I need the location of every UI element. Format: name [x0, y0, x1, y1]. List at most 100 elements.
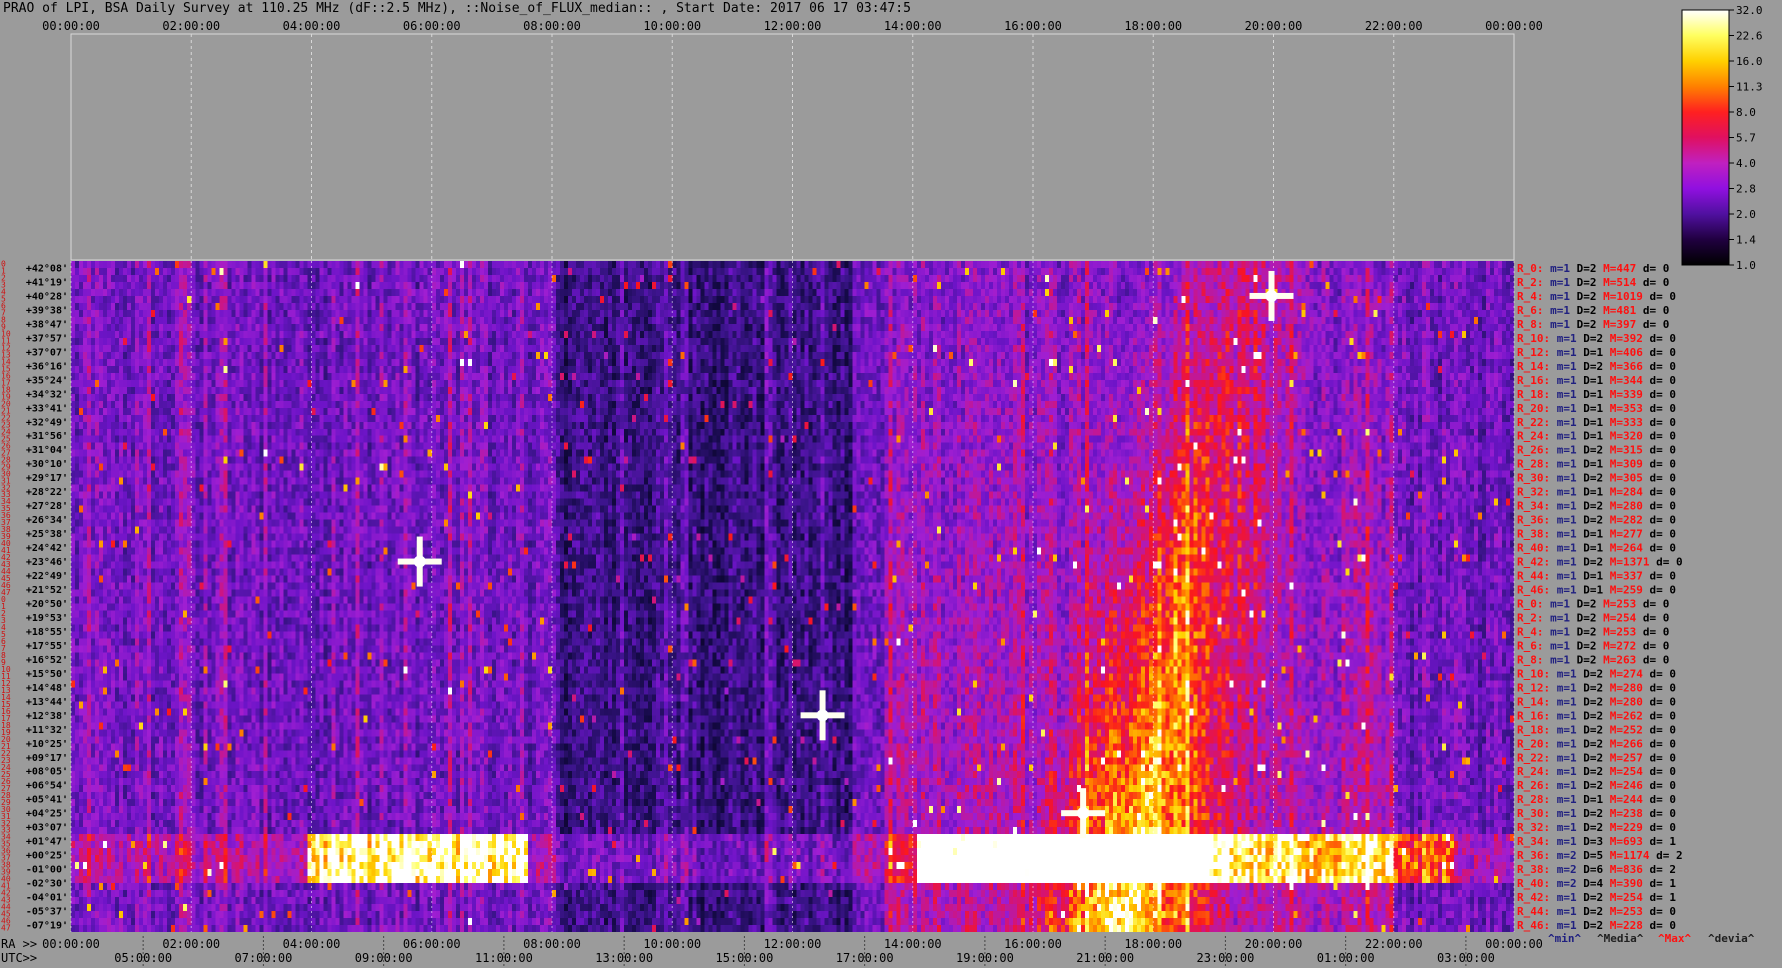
ra-tick-label: 00:00:00: [42, 937, 100, 951]
ra-tick-label: 20:00:00: [1245, 937, 1303, 951]
beam-stat-row: R_12: m=1 D=2 M=280 d= 0: [1517, 681, 1676, 694]
beam-stat-row: R_28: m=1 D=1 M=244 d= 0: [1517, 793, 1676, 806]
ra-tick-label: 14:00:00: [884, 937, 942, 951]
dec-label: +32°49': [26, 417, 68, 428]
beam-stat-row: R_42: m=1 D=2 M=1371 d= 0: [1517, 556, 1683, 569]
ra-prefix: RA >>: [1, 937, 37, 951]
dec-label: +30°10': [26, 459, 68, 470]
dec-label: -04°01': [26, 893, 68, 904]
beam-stat-row: R_12: m=1 D=1 M=406 d= 0: [1517, 346, 1676, 359]
dec-label: +26°34': [26, 515, 68, 526]
top-tick-label: 06:00:00: [403, 19, 461, 33]
dec-label: +17°55': [26, 641, 68, 652]
ra-tick-label: 22:00:00: [1365, 937, 1423, 951]
beam-stat-row: R_46: m=1 D=1 M=259 d= 0: [1517, 584, 1676, 597]
beam-stat-row: R_14: m=1 D=2 M=366 d= 0: [1517, 360, 1676, 373]
colorbar-tick-label: 11.3: [1736, 81, 1763, 94]
dec-label: +34°32': [26, 389, 68, 400]
beam-stat-row: R_44: m=1 D=2 M=253 d= 0: [1517, 905, 1676, 918]
dec-label: -07°19': [26, 921, 68, 932]
dec-label: +18°55': [26, 627, 68, 638]
beam-stat-row: R_8: m=1 D=2 M=263 d= 0: [1517, 653, 1669, 666]
colorbar: 32.0 22.6 16.0 11.3 8.0 5.7 4.0 2.8 2.0 1.4 1.0: [1681, 4, 1763, 272]
beam-stat-row: R_4: m=1 D=2 M=1019 d= 0: [1517, 290, 1676, 303]
top-tick-label: 02:00:00: [162, 19, 220, 33]
beam-stat-row: R_30: m=1 D=2 M=238 d= 0: [1517, 807, 1676, 820]
dec-label: +22°49': [26, 571, 68, 582]
beam-stat-row: R_34: m=1 D=2 M=280 d= 0: [1517, 500, 1676, 513]
beam-stat-row: R_22: m=1 D=2 M=257 d= 0: [1517, 751, 1676, 764]
beam-stat-row: R_2: m=1 D=2 M=514 d= 0: [1517, 276, 1669, 289]
beam-stat-row: R_10: m=1 D=2 M=274 d= 0: [1517, 667, 1676, 680]
footer-legend-item: ^Media^: [1597, 932, 1644, 945]
top-tick-label: 00:00:00: [1485, 19, 1543, 33]
beam-stat-row: R_46: m=1 D=2 M=228 d= 0: [1517, 919, 1676, 932]
colorbar-tick-label: 32.0: [1736, 4, 1763, 17]
dec-label: +14°48': [26, 683, 68, 694]
top-tick-label: 16:00:00: [1004, 19, 1062, 33]
colorbar-tick-label: 2.0: [1736, 208, 1756, 221]
top-tick-label: 14:00:00: [884, 19, 942, 33]
colorbar-tick-label: 16.0: [1736, 55, 1763, 68]
bottom-axis: RA >>UTC>> 00:00:00 02:00:00 04:00:00 06:00:…: [1, 932, 1755, 966]
row-numbers: 0123456789101112131415161718192021222324…: [1, 260, 11, 933]
beam-stat-row: R_16: m=1 D=1 M=344 d= 0: [1517, 374, 1676, 387]
beam-stat-row: R_22: m=1 D=1 M=333 d= 0: [1517, 416, 1676, 429]
source-core: [1265, 289, 1278, 302]
footer-legend-item: ^devia^: [1708, 932, 1755, 945]
dec-label: +08°05': [26, 767, 68, 778]
beam-stat-row: R_20: m=1 D=2 M=266 d= 0: [1517, 737, 1676, 750]
beam-stat-row: R_0: m=1 D=2 M=447 d= 0: [1517, 262, 1669, 275]
dec-label: -01°00': [26, 865, 68, 876]
colorbar-tick-label: 4.0: [1736, 157, 1756, 170]
top-tick-label: 10:00:00: [643, 19, 701, 33]
beam-stat-row: R_6: m=1 D=2 M=272 d= 0: [1517, 639, 1669, 652]
beam-stat-row: R_44: m=1 D=1 M=337 d= 0: [1517, 570, 1676, 583]
utc-prefix: UTC>>: [1, 951, 37, 965]
top-tick-label: 22:00:00: [1365, 19, 1423, 33]
beam-stat-row: R_30: m=1 D=2 M=305 d= 0: [1517, 472, 1676, 485]
dec-label: -05°37': [26, 907, 68, 918]
dec-label: +10°25': [26, 739, 68, 750]
beam-stat-row: R_8: m=1 D=2 M=397 d= 0: [1517, 318, 1669, 331]
declination-labels: +42°08' +41°19' +40°28' +39°38' +38°47' +37°5…: [26, 263, 68, 931]
dec-label: +01°47': [26, 837, 68, 848]
beam-stat-row: R_32: m=1 D=1 M=284 d= 0: [1517, 486, 1676, 499]
dec-label: +24°42': [26, 543, 68, 554]
colorbar-tick-label: 1.4: [1736, 234, 1756, 247]
dec-label: +06°54': [26, 781, 68, 792]
beam-stat-row: R_24: m=1 D=1 M=320 d= 0: [1517, 430, 1676, 443]
colorbar-gradient: [1681, 9, 1730, 266]
dec-label: +03°07': [26, 823, 68, 834]
beam-stat-row: R_14: m=1 D=2 M=280 d= 0: [1517, 695, 1676, 708]
beam-stats: R_0: m=1 D=2 M=447 d= 0R_2: m=1 D=2 M=51…: [1517, 262, 1683, 932]
chart-svg: 00:00:00 02:00:00 04:00:00 06:00:00 08:00:00…: [1, 4, 1763, 966]
dec-label: -02°30': [26, 879, 68, 890]
beam-stat-row: R_18: m=1 D=2 M=252 d= 0: [1517, 723, 1676, 736]
dec-label: +20°50': [26, 599, 68, 610]
beam-stat-row: R_38: m=2 D=6 M=836 d= 2: [1517, 863, 1676, 876]
beam-stat-row: R_36: m=1 D=2 M=282 d= 0: [1517, 514, 1676, 527]
dec-label: +41°19': [26, 277, 68, 288]
footer-legend-item: ^min^: [1548, 932, 1581, 945]
top-tick-label: 04:00:00: [283, 19, 341, 33]
top-tick-label: 18:00:00: [1124, 19, 1182, 33]
dec-label: +33°41': [26, 403, 68, 414]
dec-label: +27°28': [26, 501, 68, 512]
beam-stat-row: R_18: m=1 D=1 M=339 d= 0: [1517, 388, 1676, 401]
dec-label: +23°46': [26, 557, 68, 568]
top-tick-label: 12:00:00: [764, 19, 822, 33]
ra-tick-label: 10:00:00: [643, 937, 701, 951]
beam-stat-row: R_2: m=1 D=2 M=254 d= 0: [1517, 611, 1669, 624]
beam-stat-row: R_16: m=1 D=2 M=262 d= 0: [1517, 709, 1676, 722]
dec-label: +05°41': [26, 795, 68, 806]
dec-label: +12°38': [26, 711, 68, 722]
dec-label: +38°47': [26, 319, 68, 330]
dec-label: +36°16': [26, 361, 68, 372]
ra-tick-label: 08:00:00: [523, 937, 581, 951]
ra-tick-label: 04:00:00: [283, 937, 341, 951]
dec-label: +29°17': [26, 473, 68, 484]
source-core: [413, 555, 426, 568]
beam-stat-row: R_26: m=1 D=2 M=246 d= 0: [1517, 779, 1676, 792]
dec-label: +21°52': [26, 585, 68, 596]
